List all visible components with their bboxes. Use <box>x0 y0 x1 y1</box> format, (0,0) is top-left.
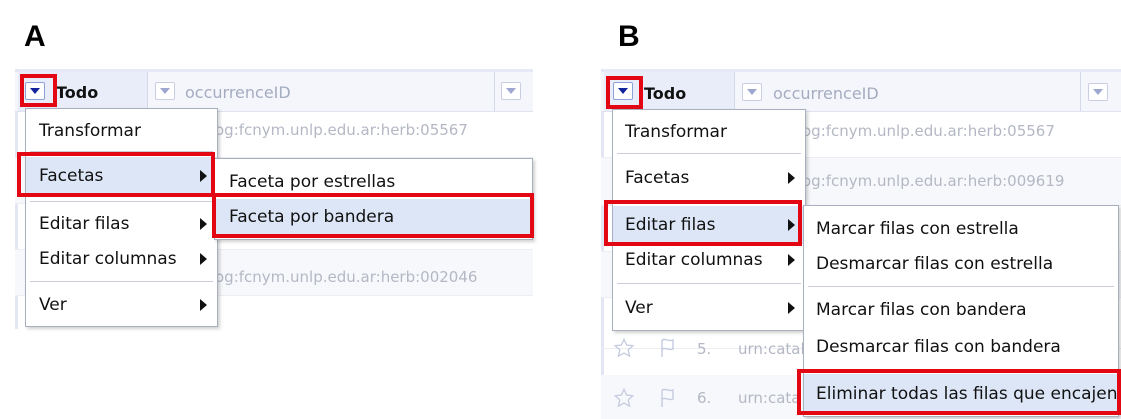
submenu-arrow-icon <box>788 172 795 184</box>
submenu-arrow-icon <box>200 253 207 265</box>
column-header-todo-label: Todo <box>644 84 687 103</box>
dropdown-arrow-icon[interactable] <box>155 82 175 100</box>
submenu-arrow-icon <box>200 218 207 230</box>
menu-item-facetas[interactable]: Facetas <box>613 160 805 196</box>
column-menu-a: Transformar Facetas Editar filas Editar … <box>25 108 218 327</box>
star-icon[interactable] <box>613 337 635 359</box>
menu-item-editar-filas[interactable]: Editar filas <box>26 207 217 241</box>
menu-separator <box>808 286 1114 287</box>
highlight-box <box>20 74 57 107</box>
cell-partial: urn:catal <box>738 340 805 358</box>
cell-occurrence-id: og:fcnym.unlp.edu.ar:herb:05567 <box>802 122 1055 140</box>
highlight-box <box>797 369 1121 415</box>
dropdown-arrow-icon[interactable] <box>742 83 762 101</box>
flag-icon[interactable] <box>657 337 677 359</box>
row-number: 6. <box>697 389 712 407</box>
submenu-arrow-icon <box>788 302 795 314</box>
flag-icon[interactable] <box>657 387 677 409</box>
menu-item-marcar-estrella[interactable]: Marcar filas con estrella <box>804 211 1118 245</box>
highlight-box <box>17 152 215 197</box>
highlight-box <box>604 200 802 246</box>
menu-item-transformar[interactable]: Transformar <box>613 116 805 150</box>
star-icon[interactable] <box>613 387 635 409</box>
panel-label-a: A <box>24 20 46 53</box>
cell-occurrence-id: og:fcnym.unlp.edu.ar:herb:002046 <box>215 268 478 286</box>
menu-separator <box>617 283 801 284</box>
highlight-box <box>606 76 643 109</box>
menu-separator <box>30 201 213 202</box>
menu-item-ver[interactable]: Ver <box>613 290 805 326</box>
cell-occurrence-id: og:fcnym.unlp.edu.ar:herb:009619 <box>802 172 1065 190</box>
submenu-arrow-icon <box>200 299 207 311</box>
cell-occurrence-id: og:fcnym.unlp.edu.ar:herb:05567 <box>215 121 468 139</box>
menu-item-editar-columnas[interactable]: Editar columnas <box>613 244 805 278</box>
highlight-box <box>212 193 534 238</box>
submenu-arrow-icon <box>788 254 795 266</box>
menu-item-ver[interactable]: Ver <box>26 287 217 323</box>
menu-item-transformar[interactable]: Transformar <box>26 115 217 149</box>
menu-item-desmarcar-bandera[interactable]: Desmarcar filas con bandera <box>804 330 1118 366</box>
panel-label-b: B <box>618 20 640 53</box>
column-header-todo-label: Todo <box>56 83 99 102</box>
cell-partial: urn:cata <box>738 389 801 407</box>
menu-item-desmarcar-estrella[interactable]: Desmarcar filas con estrella <box>804 247 1118 281</box>
row-number: 5. <box>697 340 712 358</box>
dropdown-arrow-icon[interactable] <box>501 82 521 100</box>
menu-item-editar-columnas[interactable]: Editar columnas <box>26 242 217 276</box>
menu-separator <box>617 153 801 154</box>
dropdown-arrow-icon[interactable] <box>1088 83 1108 101</box>
column-header-occurrence-label: occurrenceID <box>185 83 291 102</box>
menu-separator <box>30 281 213 282</box>
menu-item-marcar-bandera[interactable]: Marcar filas con bandera <box>804 293 1118 329</box>
column-header-occurrence-label: occurrenceID <box>773 84 879 103</box>
